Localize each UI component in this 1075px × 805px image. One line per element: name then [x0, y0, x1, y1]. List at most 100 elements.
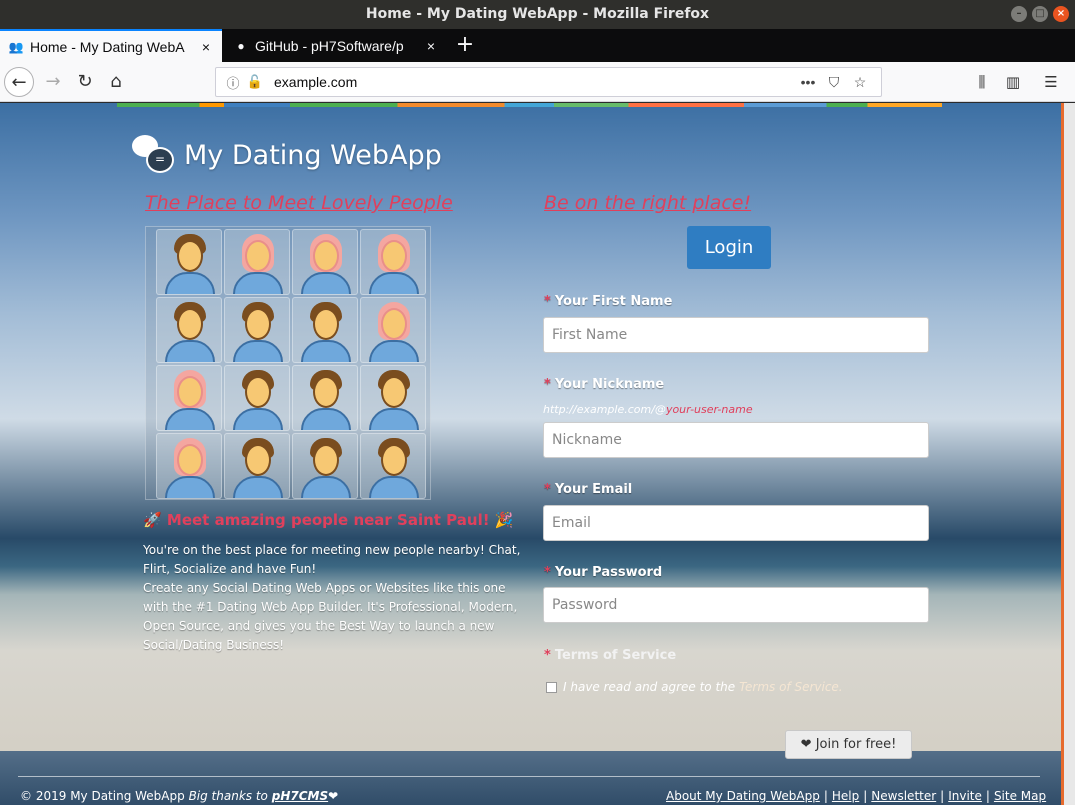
- tab-label: Home - My Dating WebA: [30, 38, 185, 55]
- url-bar[interactable]: ⓘ 🔓 example.com ••• ⛉ ☆: [215, 67, 882, 97]
- separator: |: [863, 789, 868, 803]
- tab-home[interactable]: 👥 Home - My Dating WebA ×: [0, 29, 222, 62]
- cms-link[interactable]: pH7CMS: [272, 789, 328, 803]
- meet-heading: 🚀 Meet amazing people near Saint Paul! 🎉: [143, 511, 514, 529]
- footer-link-invite[interactable]: Invite: [948, 789, 982, 803]
- password-label: * Your Password: [544, 565, 663, 580]
- page-scrollbar[interactable]: [1061, 103, 1075, 805]
- join-button[interactable]: ❤ Join for free!: [785, 730, 912, 759]
- menu-icon[interactable]: ☰: [1036, 67, 1066, 97]
- male-avatar-icon[interactable]: [224, 365, 290, 431]
- heart-icon: ❤: [800, 737, 812, 752]
- site-logo[interactable]: = My Dating WebApp: [132, 133, 442, 177]
- nav-bar: ← → ↻ ⌂ ⓘ 🔓 example.com ••• ⛉ ☆ ⫼ ▥ ☰: [0, 62, 1075, 102]
- login-button[interactable]: Login: [687, 226, 771, 269]
- web-page: = My Dating WebApp The Place to Meet Lov…: [0, 103, 1061, 805]
- hint-prefix: http://example.com/@: [543, 403, 666, 416]
- terms-text: I have read and agree to the: [563, 680, 736, 694]
- female-avatar-icon[interactable]: [292, 229, 358, 295]
- github-icon: ●: [237, 38, 245, 53]
- label-text: Your Email: [554, 482, 633, 497]
- maximize-icon[interactable]: □: [1032, 6, 1048, 22]
- male-avatar-icon[interactable]: [156, 229, 222, 295]
- tab-github[interactable]: ● GitHub - pH7Software/p ×: [225, 29, 447, 62]
- separator: |: [985, 789, 990, 803]
- male-avatar-icon[interactable]: [224, 433, 290, 499]
- pocket-icon[interactable]: ⛉: [821, 74, 847, 91]
- home-button[interactable]: ⌂: [101, 67, 131, 97]
- label-text: Your Nickname: [554, 377, 665, 392]
- minimize-icon[interactable]: –: [1011, 6, 1027, 22]
- hint-suffix: your-user-name: [665, 403, 753, 416]
- reload-button[interactable]: ↻: [70, 67, 100, 97]
- window-titlebar: Home - My Dating WebApp - Mozilla Firefo…: [0, 0, 1075, 29]
- female-avatar-icon[interactable]: [360, 297, 426, 363]
- url-text[interactable]: example.com: [274, 74, 795, 90]
- male-avatar-icon[interactable]: [292, 365, 358, 431]
- male-avatar-icon[interactable]: [360, 365, 426, 431]
- window-title: Home - My Dating WebApp - Mozilla Firefo…: [365, 6, 710, 22]
- male-avatar-icon[interactable]: [156, 297, 222, 363]
- thanks-text: Big thanks to: [188, 789, 268, 803]
- desc-line: You're on the best place for meeting new…: [143, 543, 521, 557]
- copyright-year: © 2019: [20, 789, 67, 803]
- male-avatar-icon[interactable]: [292, 297, 358, 363]
- site-name: My Dating WebApp: [184, 139, 442, 171]
- tagline-right[interactable]: Be on the right place!: [544, 192, 751, 214]
- close-tab-icon[interactable]: ×: [198, 39, 214, 55]
- insecure-lock-icon[interactable]: 🔓: [246, 74, 264, 90]
- forward-button[interactable]: →: [38, 67, 68, 97]
- female-avatar-icon[interactable]: [156, 365, 222, 431]
- footer-link-sitemap[interactable]: Site Map: [994, 789, 1046, 803]
- password-field[interactable]: Password: [543, 587, 929, 623]
- male-avatar-icon[interactable]: [360, 433, 426, 499]
- heart-icon: ❤: [328, 789, 339, 803]
- footer-link-newsletter[interactable]: Newsletter: [871, 789, 936, 803]
- separator: |: [823, 789, 828, 803]
- male-avatar-icon[interactable]: [292, 433, 358, 499]
- terms-agree-row: I have read and agree to the Terms of Se…: [546, 680, 843, 694]
- label-text: Terms of Service: [554, 648, 677, 663]
- desc-line: Flirt, Socialize and have Fun!: [143, 562, 317, 576]
- female-avatar-icon[interactable]: [224, 229, 290, 295]
- tagline-left[interactable]: The Place to Meet Lovely People: [145, 192, 453, 214]
- male-avatar-icon[interactable]: [224, 297, 290, 363]
- footer-link-help[interactable]: Help: [832, 789, 859, 803]
- footer-link-about[interactable]: About My Dating WebApp: [666, 789, 820, 803]
- desc-line: Open Source, and gives you the Best Way …: [143, 619, 495, 633]
- desc-line: Social/Dating Business!: [143, 638, 285, 652]
- nickname-field[interactable]: Nickname: [543, 422, 929, 458]
- first-name-label: * Your First Name: [544, 294, 673, 309]
- label-text: Your First Name: [554, 294, 673, 309]
- tab-bar: 👥 Home - My Dating WebA × ● GitHub - pH7…: [0, 29, 1075, 62]
- terms-link[interactable]: Terms of Service.: [739, 680, 842, 694]
- meet-text: Meet amazing people near Saint Paul!: [166, 511, 490, 529]
- first-name-field[interactable]: First Name: [543, 317, 929, 353]
- bookmark-star-icon[interactable]: ☆: [847, 74, 873, 91]
- terms-label: * Terms of Service: [544, 648, 677, 663]
- footer-links: About My Dating WebApp | Help | Newsletter…: [666, 789, 1046, 803]
- email-label: * Your Email: [544, 482, 633, 497]
- footer-site-name[interactable]: My Dating WebApp: [70, 789, 185, 803]
- back-button[interactable]: ←: [4, 67, 34, 97]
- female-avatar-icon[interactable]: [156, 433, 222, 499]
- close-window-icon[interactable]: ×: [1053, 6, 1069, 22]
- avatar-grid: [145, 226, 431, 500]
- desc-line: Create any Social Dating Web Apps or Web…: [143, 581, 506, 595]
- separator: |: [940, 789, 945, 803]
- page-actions-icon[interactable]: •••: [795, 74, 821, 90]
- email-field[interactable]: Email: [543, 505, 929, 541]
- color-strip: [117, 103, 942, 107]
- desc-line: with the #1 Dating Web App Builder. It's…: [143, 600, 518, 614]
- close-tab-icon[interactable]: ×: [423, 38, 439, 54]
- female-avatar-icon[interactable]: [360, 229, 426, 295]
- sidebar-icon[interactable]: ▥: [998, 67, 1028, 97]
- chat-bubbles-icon: =: [132, 133, 176, 177]
- people-icon: 👥: [8, 39, 24, 54]
- site-description: You're on the best place for meeting new…: [143, 541, 523, 655]
- new-tab-button[interactable]: +: [452, 29, 478, 62]
- label-text: Your Password: [554, 565, 663, 580]
- info-icon[interactable]: ⓘ: [224, 73, 242, 92]
- library-icon[interactable]: ⫼: [967, 67, 997, 97]
- terms-checkbox[interactable]: [546, 681, 557, 693]
